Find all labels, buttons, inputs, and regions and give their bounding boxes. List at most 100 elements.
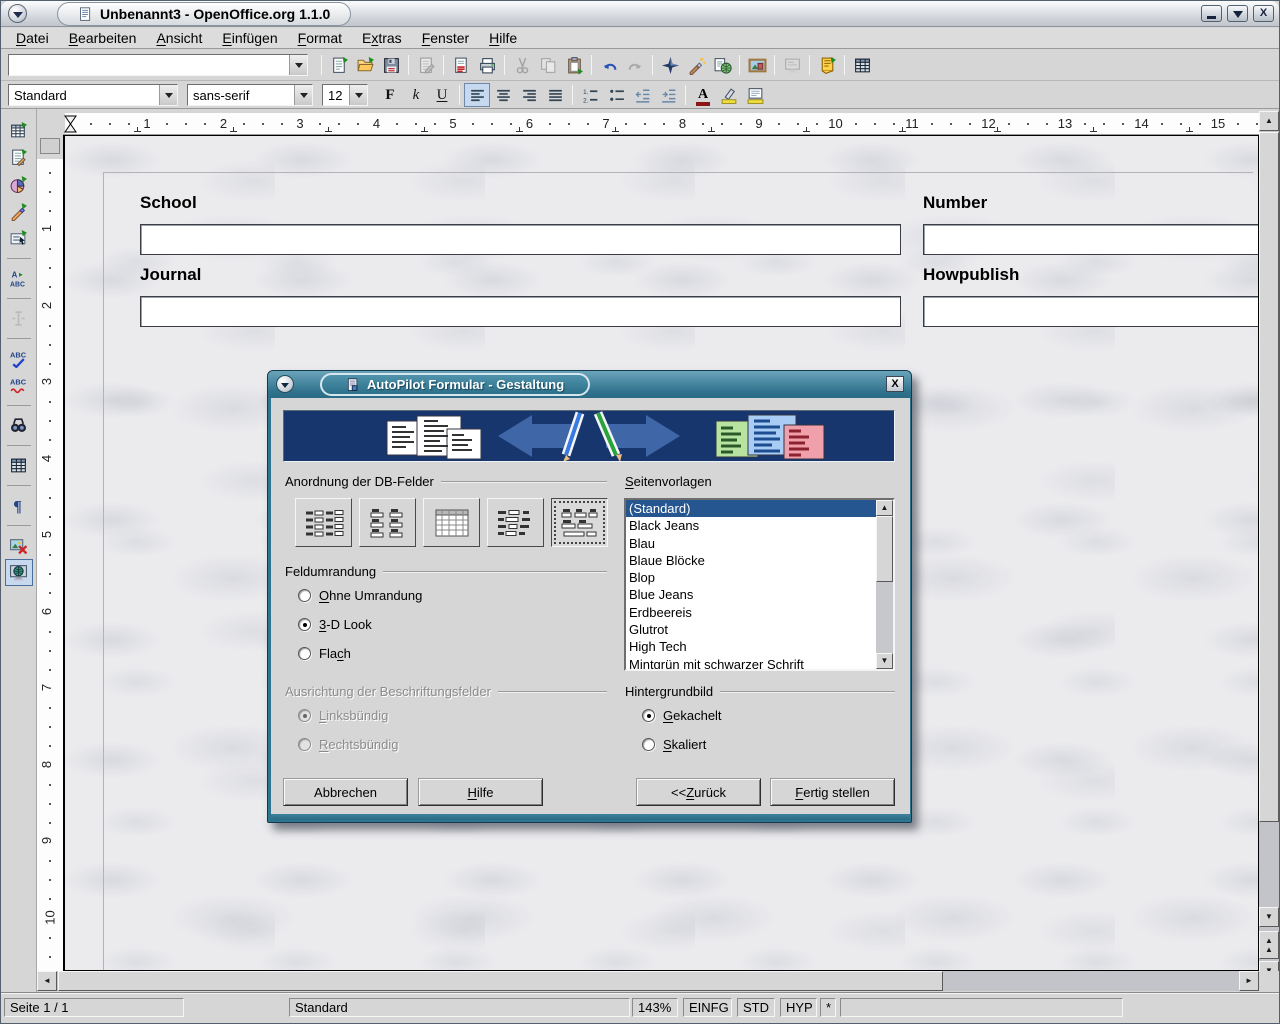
- align-left-button[interactable]: [464, 83, 490, 107]
- chevron-down-icon[interactable]: [159, 85, 177, 105]
- find-replace-button[interactable]: [5, 412, 33, 439]
- export-pdf-button[interactable]: [448, 53, 474, 77]
- form-field-howpublish[interactable]: [923, 296, 1259, 327]
- in-blocks-labels-left-button[interactable]: [487, 498, 544, 547]
- autospellcheck-button[interactable]: ABC: [5, 372, 33, 399]
- menu-extras[interactable]: Extras: [352, 29, 412, 47]
- scroll-right-icon[interactable]: ►: [1239, 971, 1259, 991]
- scrollbar-thumb[interactable]: [1259, 132, 1279, 822]
- bold-button[interactable]: F: [377, 83, 403, 107]
- insert-object-button[interactable]: [5, 171, 33, 198]
- page-style-option[interactable]: Blop: [626, 569, 876, 586]
- stylist-button[interactable]: [683, 53, 709, 77]
- form-field-number[interactable]: [923, 224, 1259, 255]
- skaliert-radio[interactable]: Skaliert: [642, 737, 722, 752]
- status-hyperlink-mode[interactable]: HYP: [780, 998, 817, 1017]
- online-layout-button[interactable]: [5, 559, 33, 586]
- data-sources-button[interactable]: [5, 452, 33, 479]
- form-field-school[interactable]: [140, 224, 901, 255]
- page-style-option[interactable]: Blau: [626, 535, 876, 552]
- in-blocks-labels-above-button[interactable]: [551, 498, 608, 547]
- open-button[interactable]: [352, 53, 378, 77]
- new-document-button[interactable]: [326, 53, 352, 77]
- finish-button[interactable]: Fertig stellen: [770, 778, 895, 806]
- page-style-option[interactable]: Blaue Blöcke: [626, 552, 876, 569]
- dialog-titlebar[interactable]: AutoPilot Formular - Gestaltung X: [268, 371, 911, 398]
- status-selection-mode[interactable]: STD: [737, 998, 775, 1017]
- menu-format[interactable]: Format: [288, 29, 352, 47]
- menu-ansicht[interactable]: Ansicht: [146, 29, 212, 47]
- numbered-list-button[interactable]: 1.2.: [577, 83, 603, 107]
- menu-einf-gen[interactable]: Einfügen: [212, 29, 287, 47]
- maximize-icon[interactable]: [1227, 5, 1248, 22]
- page-style-option[interactable]: Glutrot: [626, 621, 876, 638]
- increase-indent-button[interactable]: [655, 83, 681, 107]
- bullet-list-button[interactable]: [603, 83, 629, 107]
- navigator-button[interactable]: [657, 53, 683, 77]
- page-style-option[interactable]: Blue Jeans: [626, 586, 876, 603]
- nonprinting-characters-button[interactable]: ¶: [5, 492, 33, 519]
- menu-hilfe[interactable]: Hilfe: [479, 29, 527, 47]
- status-insert-mode[interactable]: EINFG: [683, 998, 732, 1017]
- form-functions-button[interactable]: [5, 225, 33, 252]
- form-field-journal[interactable]: [140, 296, 901, 327]
- menu-datei[interactable]: Datei: [6, 29, 59, 47]
- minimize-icon[interactable]: [1201, 5, 1222, 22]
- columnar-labels-on-top-button[interactable]: [359, 498, 416, 547]
- font-size-combobox[interactable]: 12: [322, 84, 368, 106]
- scroll-down-icon[interactable]: ▼: [1259, 907, 1279, 927]
- status-zoom[interactable]: 143%: [632, 998, 678, 1017]
- vertical-ruler[interactable]: 12345678910: [37, 135, 63, 971]
- gallery-button[interactable]: [744, 53, 770, 77]
- chevron-down-icon[interactable]: [349, 85, 367, 105]
- background-color-button[interactable]: [742, 83, 768, 107]
- align-center-button[interactable]: [490, 83, 516, 107]
- undo-button[interactable]: [596, 53, 622, 77]
- underline-button[interactable]: U: [429, 83, 455, 107]
- horizontal-scrollbar[interactable]: ◄ ►: [37, 971, 1259, 991]
- scrollbar-thumb[interactable]: [58, 971, 943, 991]
- draw-functions-button[interactable]: [5, 198, 33, 225]
- columnar-labels-left-button[interactable]: [295, 498, 352, 547]
- page-style-option[interactable]: Black Jeans: [626, 517, 876, 534]
- page-style-option[interactable]: High Tech: [626, 638, 876, 655]
- close-icon[interactable]: X: [886, 376, 904, 392]
- paragraph-style-combobox[interactable]: Standard: [8, 84, 178, 106]
- 3-d-look-radio[interactable]: 3-D Look: [298, 617, 422, 632]
- as-data-sheet-button[interactable]: [423, 498, 480, 547]
- insert-table-button[interactable]: [5, 117, 33, 144]
- gekachelt-radio[interactable]: Gekachelt: [642, 708, 722, 723]
- back-button[interactable]: << Zurück: [636, 778, 761, 806]
- margin-box[interactable]: [40, 138, 60, 154]
- url-combobox[interactable]: [8, 54, 308, 76]
- page-styles-listbox[interactable]: (Standard)Black JeansBlauBlaue BlöckeBlo…: [624, 498, 895, 671]
- decrease-indent-button[interactable]: [629, 83, 655, 107]
- align-right-button[interactable]: [516, 83, 542, 107]
- flach-radio[interactable]: Flach: [298, 646, 422, 661]
- scroll-up-icon[interactable]: ▲: [876, 500, 893, 516]
- menu-bearbeiten[interactable]: Bearbeiten: [59, 29, 147, 47]
- url-field[interactable]: [14, 55, 289, 75]
- close-icon[interactable]: X: [1253, 5, 1274, 22]
- font-name-combobox[interactable]: sans-serif: [187, 84, 313, 106]
- scroll-left-icon[interactable]: ◄: [37, 971, 57, 991]
- vertical-scrollbar[interactable]: ▲ ▼ ▲▲ ▼▼: [1259, 111, 1279, 991]
- page-style-option[interactable]: Erdbeereis: [626, 604, 876, 621]
- previous-page-icon[interactable]: ▲▲: [1259, 931, 1279, 959]
- window-titlebar[interactable]: Unbenannt3 - OpenOffice.org 1.1.0 X: [1, 1, 1279, 27]
- help-button[interactable]: Hilfe: [418, 778, 543, 806]
- spellcheck-button[interactable]: ABC: [5, 345, 33, 372]
- cancel-button[interactable]: Abbrechen: [283, 778, 408, 806]
- page-style-option[interactable]: Mintgrün mit schwarzer Schrift: [626, 656, 876, 669]
- window-menu-icon[interactable]: [276, 375, 294, 393]
- graphics-on-off-button[interactable]: [5, 532, 33, 559]
- window-menu-icon[interactable]: [8, 4, 27, 23]
- menu-fenster[interactable]: Fenster: [412, 29, 479, 47]
- insert-fields-button[interactable]: [5, 144, 33, 171]
- tab-stop-indicator[interactable]: [63, 115, 78, 135]
- autotext-button[interactable]: AABC: [5, 265, 33, 292]
- horizontal-ruler[interactable]: 123456789101112131415: [37, 113, 1259, 135]
- save-button[interactable]: [378, 53, 404, 77]
- hyperlink-dialog-button[interactable]: [709, 53, 735, 77]
- page-style-option[interactable]: (Standard): [626, 500, 876, 517]
